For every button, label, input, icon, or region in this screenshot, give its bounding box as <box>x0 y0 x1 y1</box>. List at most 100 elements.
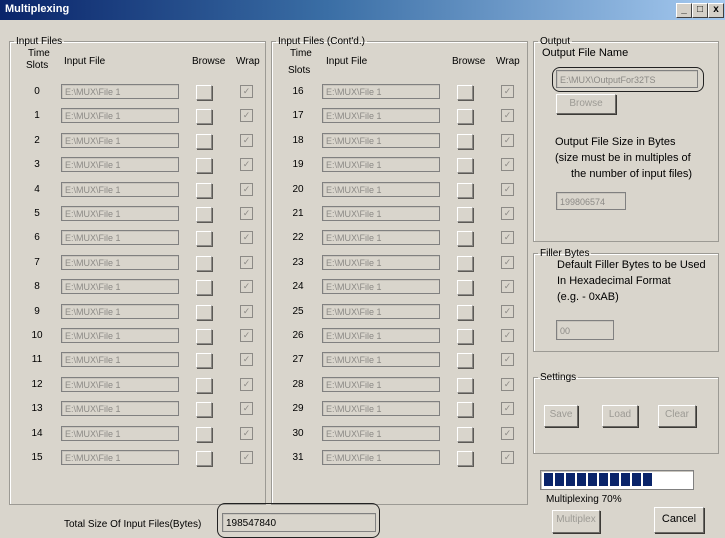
input-contd-row-wrap-checkbox[interactable]: ✓ <box>501 378 514 391</box>
input-contd-row-input-file-field[interactable]: E:\MUX\File 1 <box>322 133 440 148</box>
input-row-browse-button[interactable] <box>196 231 212 246</box>
input-contd-row-browse-button[interactable] <box>457 402 473 417</box>
input-contd-row-browse-button[interactable] <box>457 158 473 173</box>
input-contd-row-wrap-checkbox[interactable]: ✓ <box>501 256 514 269</box>
input-row-browse-button[interactable] <box>196 109 212 124</box>
cancel-button[interactable]: Cancel <box>654 507 704 533</box>
input-row-input-file-field[interactable]: E:\MUX\File 1 <box>61 352 179 367</box>
input-row-input-file-field[interactable]: E:\MUX\File 1 <box>61 279 179 294</box>
input-contd-row-browse-button[interactable] <box>457 109 473 124</box>
input-contd-row-browse-button[interactable] <box>457 231 473 246</box>
input-contd-row-wrap-checkbox[interactable]: ✓ <box>501 305 514 318</box>
input-contd-row-input-file-field[interactable]: E:\MUX\File 1 <box>322 450 440 465</box>
input-contd-row-input-file-field[interactable]: E:\MUX\File 1 <box>322 157 440 172</box>
input-row-browse-button[interactable] <box>196 134 212 149</box>
input-contd-row-input-file-field[interactable]: E:\MUX\File 1 <box>322 206 440 221</box>
input-contd-row-wrap-checkbox[interactable]: ✓ <box>501 329 514 342</box>
close-button[interactable]: x <box>708 3 724 18</box>
input-row-input-file-field[interactable]: E:\MUX\File 1 <box>61 182 179 197</box>
filler-bytes-field[interactable]: 00 <box>556 320 614 340</box>
input-row-wrap-checkbox[interactable]: ✓ <box>240 134 253 147</box>
input-row-wrap-checkbox[interactable]: ✓ <box>240 85 253 98</box>
input-row-input-file-field[interactable]: E:\MUX\File 1 <box>61 133 179 148</box>
input-row-input-file-field[interactable]: E:\MUX\File 1 <box>61 157 179 172</box>
input-row-browse-button[interactable] <box>196 85 212 100</box>
maximize-button[interactable]: □ <box>692 3 708 18</box>
input-contd-row-input-file-field[interactable]: E:\MUX\File 1 <box>322 426 440 441</box>
input-contd-row-browse-button[interactable] <box>457 329 473 344</box>
input-row-wrap-checkbox[interactable]: ✓ <box>240 329 253 342</box>
input-row-wrap-checkbox[interactable]: ✓ <box>240 280 253 293</box>
input-contd-row-wrap-checkbox[interactable]: ✓ <box>501 353 514 366</box>
input-row-browse-button[interactable] <box>196 378 212 393</box>
input-row-input-file-field[interactable]: E:\MUX\File 1 <box>61 84 179 99</box>
input-contd-row-input-file-field[interactable]: E:\MUX\File 1 <box>322 108 440 123</box>
input-row-wrap-checkbox[interactable]: ✓ <box>240 183 253 196</box>
input-row-input-file-field[interactable]: E:\MUX\File 1 <box>61 108 179 123</box>
input-contd-row-input-file-field[interactable]: E:\MUX\File 1 <box>322 182 440 197</box>
input-row-browse-button[interactable] <box>196 256 212 271</box>
input-contd-row-browse-button[interactable] <box>457 305 473 320</box>
input-contd-row-browse-button[interactable] <box>457 451 473 466</box>
input-row-input-file-field[interactable]: E:\MUX\File 1 <box>61 328 179 343</box>
input-row-browse-button[interactable] <box>196 402 212 417</box>
input-row-browse-button[interactable] <box>196 158 212 173</box>
input-row-input-file-field[interactable]: E:\MUX\File 1 <box>61 304 179 319</box>
input-contd-row-browse-button[interactable] <box>457 378 473 393</box>
input-row-browse-button[interactable] <box>196 427 212 442</box>
input-contd-row-wrap-checkbox[interactable]: ✓ <box>501 231 514 244</box>
input-contd-row-wrap-checkbox[interactable]: ✓ <box>501 85 514 98</box>
input-row-input-file-field[interactable]: E:\MUX\File 1 <box>61 230 179 245</box>
input-row-browse-button[interactable] <box>196 183 212 198</box>
input-row-browse-button[interactable] <box>196 280 212 295</box>
input-contd-row-wrap-checkbox[interactable]: ✓ <box>501 280 514 293</box>
input-row-wrap-checkbox[interactable]: ✓ <box>240 353 253 366</box>
input-row-input-file-field[interactable]: E:\MUX\File 1 <box>61 401 179 416</box>
title-bar[interactable]: Multiplexing _ □ x <box>0 0 725 20</box>
input-contd-row-input-file-field[interactable]: E:\MUX\File 1 <box>322 279 440 294</box>
input-contd-row-browse-button[interactable] <box>457 85 473 100</box>
input-row-wrap-checkbox[interactable]: ✓ <box>240 378 253 391</box>
input-contd-row-input-file-field[interactable]: E:\MUX\File 1 <box>322 304 440 319</box>
input-contd-row-wrap-checkbox[interactable]: ✓ <box>501 207 514 220</box>
input-contd-row-input-file-field[interactable]: E:\MUX\File 1 <box>322 377 440 392</box>
input-contd-row-browse-button[interactable] <box>457 134 473 149</box>
output-browse-button[interactable]: Browse <box>556 94 616 114</box>
input-contd-row-input-file-field[interactable]: E:\MUX\File 1 <box>322 352 440 367</box>
input-contd-row-wrap-checkbox[interactable]: ✓ <box>501 158 514 171</box>
settings-clear-button[interactable]: Clear <box>658 405 696 427</box>
input-row-wrap-checkbox[interactable]: ✓ <box>240 451 253 464</box>
input-row-wrap-checkbox[interactable]: ✓ <box>240 427 253 440</box>
input-row-browse-button[interactable] <box>196 329 212 344</box>
input-row-wrap-checkbox[interactable]: ✓ <box>240 305 253 318</box>
input-contd-row-wrap-checkbox[interactable]: ✓ <box>501 427 514 440</box>
input-contd-row-wrap-checkbox[interactable]: ✓ <box>501 402 514 415</box>
input-row-wrap-checkbox[interactable]: ✓ <box>240 158 253 171</box>
input-contd-row-wrap-checkbox[interactable]: ✓ <box>501 183 514 196</box>
input-row-wrap-checkbox[interactable]: ✓ <box>240 402 253 415</box>
input-row-wrap-checkbox[interactable]: ✓ <box>240 207 253 220</box>
input-row-browse-button[interactable] <box>196 305 212 320</box>
settings-save-button[interactable]: Save <box>544 405 578 427</box>
input-row-wrap-checkbox[interactable]: ✓ <box>240 256 253 269</box>
input-contd-row-browse-button[interactable] <box>457 280 473 295</box>
input-contd-row-input-file-field[interactable]: E:\MUX\File 1 <box>322 255 440 270</box>
input-contd-row-input-file-field[interactable]: E:\MUX\File 1 <box>322 328 440 343</box>
minimize-button[interactable]: _ <box>676 3 692 18</box>
input-row-wrap-checkbox[interactable]: ✓ <box>240 231 253 244</box>
output-size-field[interactable]: 199806574 <box>556 192 626 210</box>
input-contd-row-browse-button[interactable] <box>457 353 473 368</box>
input-row-input-file-field[interactable]: E:\MUX\File 1 <box>61 450 179 465</box>
input-contd-row-browse-button[interactable] <box>457 183 473 198</box>
input-contd-row-wrap-checkbox[interactable]: ✓ <box>501 134 514 147</box>
input-row-wrap-checkbox[interactable]: ✓ <box>240 109 253 122</box>
input-row-browse-button[interactable] <box>196 353 212 368</box>
input-contd-row-browse-button[interactable] <box>457 427 473 442</box>
input-row-browse-button[interactable] <box>196 207 212 222</box>
input-contd-row-browse-button[interactable] <box>457 207 473 222</box>
multiplex-button[interactable]: Multiplex <box>552 510 600 533</box>
input-row-input-file-field[interactable]: E:\MUX\File 1 <box>61 426 179 441</box>
input-row-input-file-field[interactable]: E:\MUX\File 1 <box>61 206 179 221</box>
input-row-input-file-field[interactable]: E:\MUX\File 1 <box>61 255 179 270</box>
input-contd-row-input-file-field[interactable]: E:\MUX\File 1 <box>322 230 440 245</box>
